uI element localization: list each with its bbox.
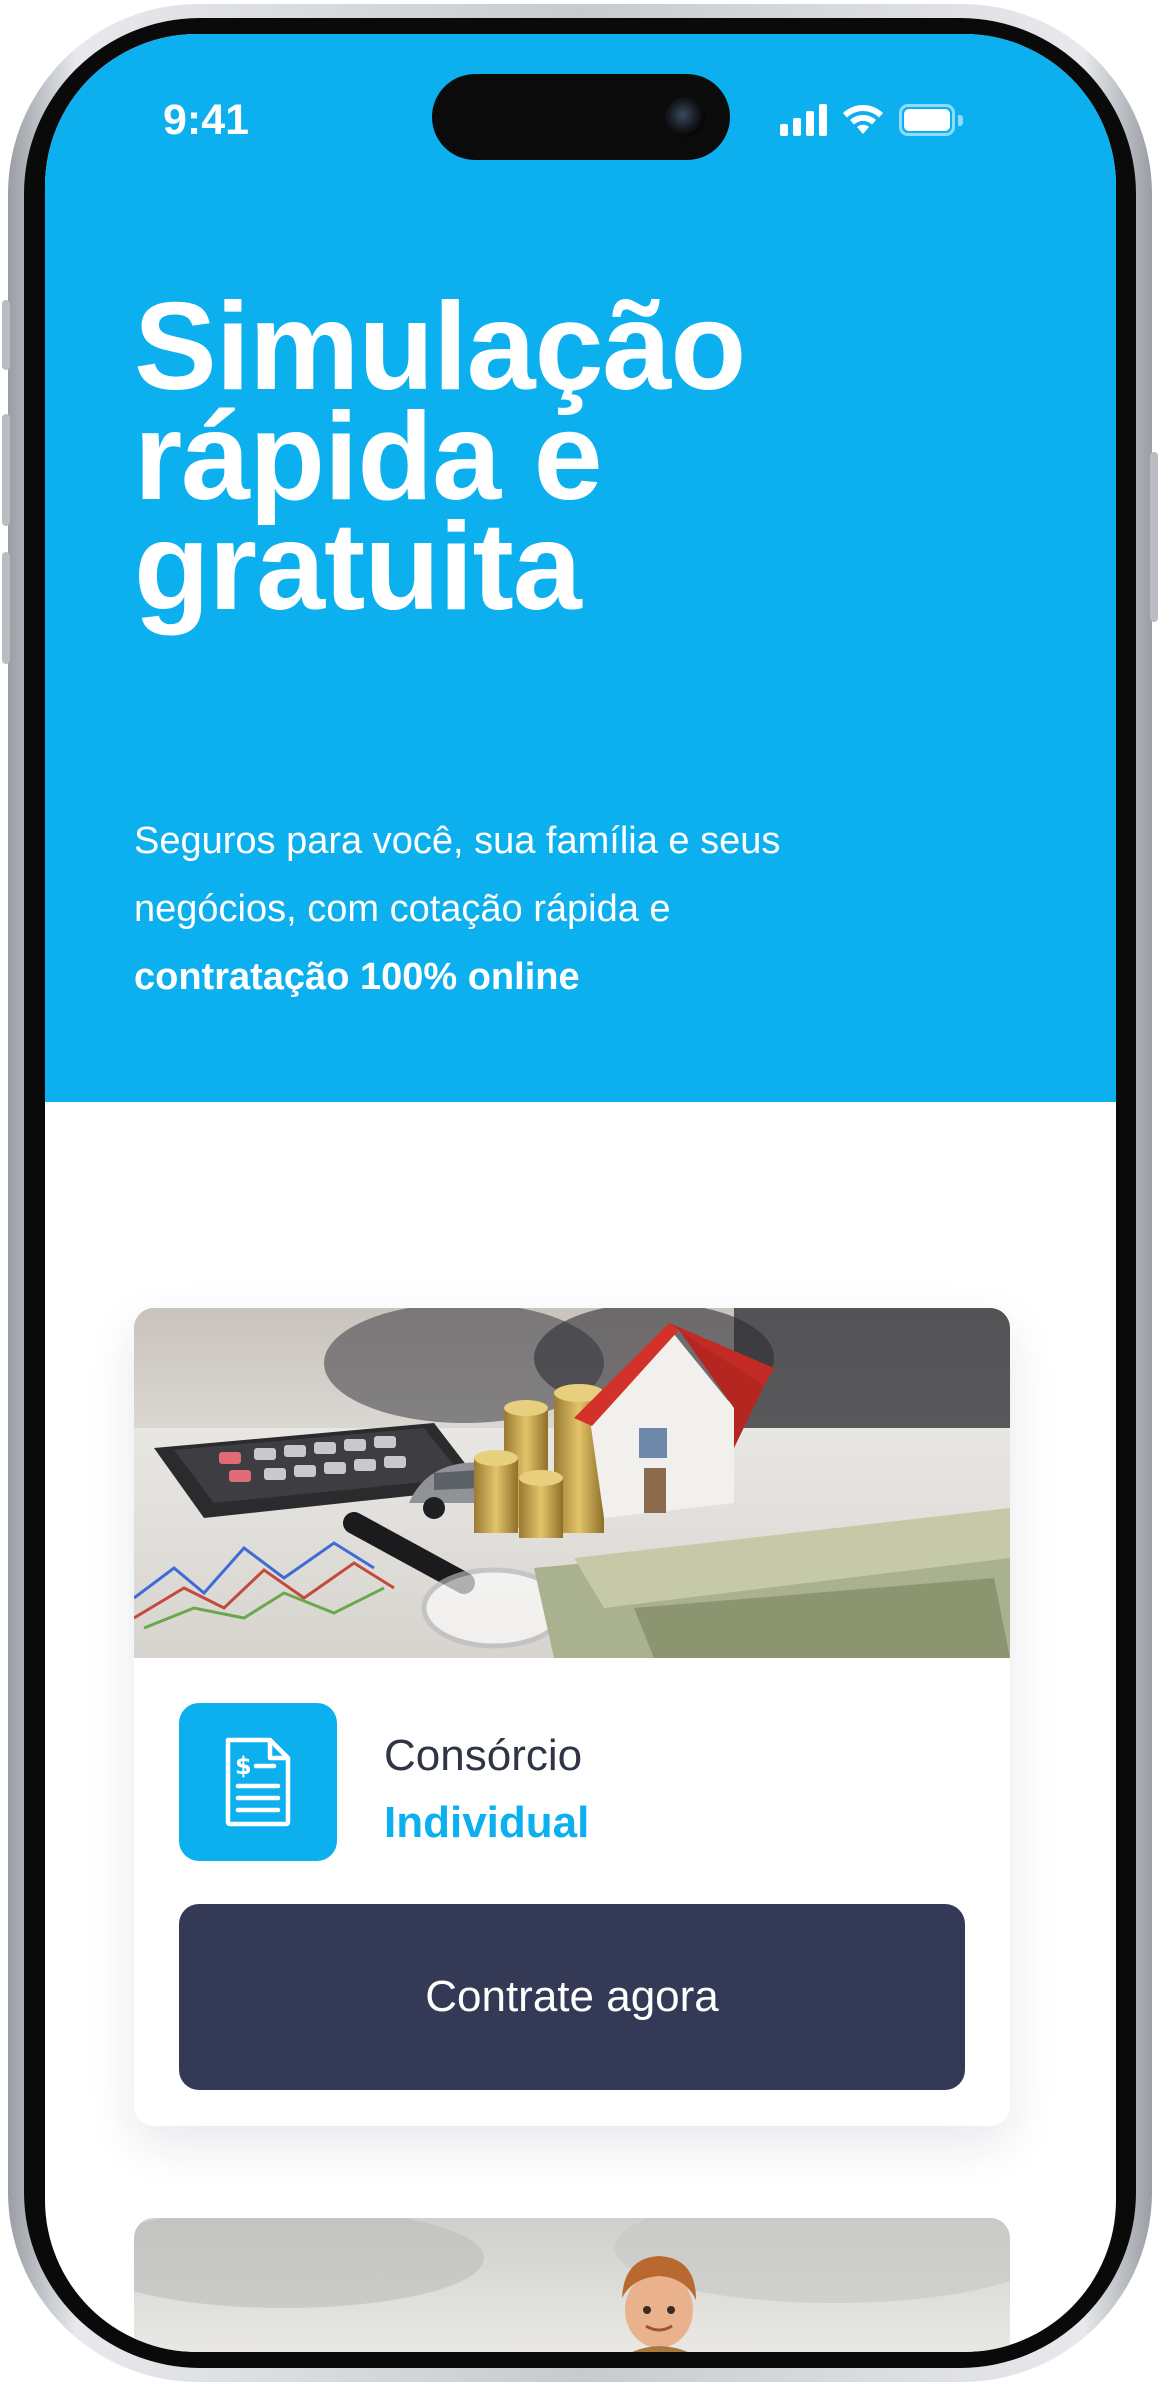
card-title: Consórcio bbox=[384, 1731, 583, 1780]
hero-subtitle-line: negócios, com cotação rápida e bbox=[134, 888, 671, 930]
hero-title-line: rápida e bbox=[134, 388, 603, 526]
card-image bbox=[134, 1308, 1010, 1658]
svg-text:$: $ bbox=[235, 1752, 252, 1780]
hero-banner: 9:41 Simulação rápida e gratuita Seguros… bbox=[45, 34, 1116, 1102]
status-time: 9:41 bbox=[163, 96, 250, 144]
power-button bbox=[1150, 452, 1158, 622]
hero-title-line: Simulação bbox=[134, 278, 746, 416]
volume-down-button bbox=[2, 552, 10, 664]
hero-subtitle: Seguros para você, sua família e seus ne… bbox=[134, 807, 1014, 1011]
cellular-signal-icon bbox=[780, 104, 827, 136]
app-screen: 9:41 Simulação rápida e gratuita Seguros… bbox=[45, 34, 1116, 2352]
card-image bbox=[134, 2218, 1010, 2352]
product-card-consorcio[interactable]: $ Consórcio Individual Contrate agora bbox=[134, 1308, 1010, 2126]
wifi-icon bbox=[843, 105, 883, 134]
document-dollar-icon: $ bbox=[225, 1737, 291, 1827]
front-camera-icon bbox=[665, 97, 705, 137]
hero-title: Simulação rápida e gratuita bbox=[134, 278, 1034, 636]
card-subtitle: Individual bbox=[384, 1798, 590, 1847]
contract-now-button[interactable]: Contrate agora bbox=[179, 1904, 965, 2090]
hero-title-line: gratuita bbox=[134, 498, 582, 636]
hero-subtitle-highlight: contratação 100% online bbox=[134, 956, 580, 998]
volume-up-button bbox=[2, 414, 10, 526]
product-card-next[interactable] bbox=[134, 2218, 1010, 2352]
status-icons bbox=[780, 104, 963, 136]
dynamic-island bbox=[432, 74, 730, 160]
hero-subtitle-line: Seguros para você, sua família e seus bbox=[134, 820, 781, 862]
card-icon-box: $ bbox=[179, 1703, 337, 1861]
battery-icon bbox=[899, 104, 963, 136]
action-button bbox=[2, 300, 10, 370]
